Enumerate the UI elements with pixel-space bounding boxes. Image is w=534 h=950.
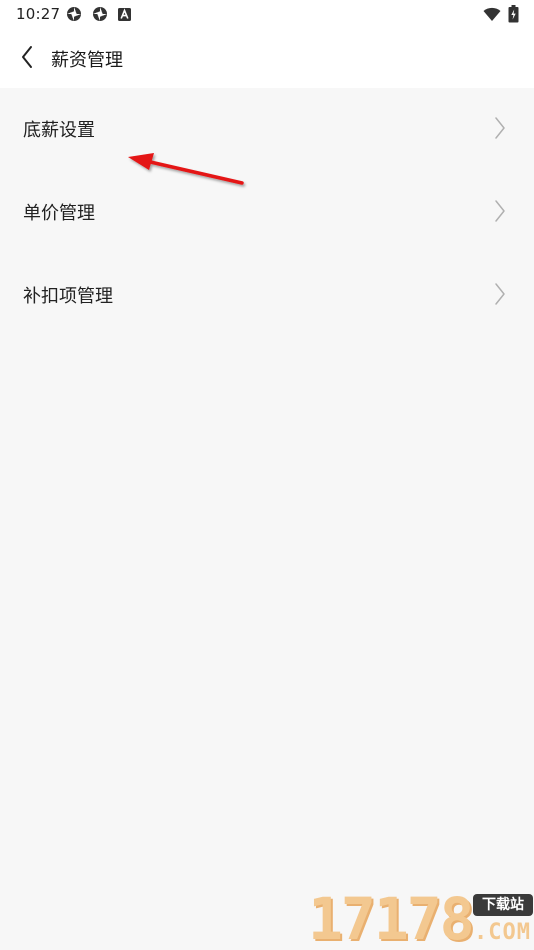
back-button[interactable] bbox=[12, 42, 42, 72]
menu-item-label: 单价管理 bbox=[23, 203, 95, 224]
watermark-logo: 17178 下载站 .COM bbox=[308, 888, 534, 950]
menu-item-base-salary[interactable]: 底薪设置 bbox=[0, 88, 534, 171]
status-time: 10:27 bbox=[16, 5, 61, 23]
watermark-badge: 下载站 bbox=[473, 894, 533, 916]
watermark-digits: 17178 bbox=[308, 885, 475, 950]
chevron-right-icon bbox=[495, 200, 505, 222]
sync-icon bbox=[93, 7, 107, 21]
sync-icon bbox=[67, 7, 81, 21]
watermark-suffix: .COM bbox=[474, 920, 531, 945]
a-notification-icon bbox=[118, 8, 131, 21]
salary-menu-list: 底薪设置 单价管理 补扣项管理 bbox=[0, 88, 534, 337]
page-title: 薪资管理 bbox=[51, 50, 123, 71]
app-header: 薪资管理 bbox=[0, 30, 534, 88]
chevron-left-icon bbox=[22, 46, 32, 68]
menu-item-label: 补扣项管理 bbox=[23, 286, 113, 307]
chevron-right-icon bbox=[495, 283, 505, 305]
battery-charging-icon bbox=[508, 5, 519, 23]
status-bar: 10:27 bbox=[0, 0, 534, 30]
app-screen: 10:27 薪资管理 底薪设置 单价管理 补扣项管理 17178 下载站 .CO… bbox=[0, 0, 534, 950]
menu-item-unit-price[interactable]: 单价管理 bbox=[0, 171, 534, 254]
wifi-icon bbox=[483, 7, 501, 21]
menu-item-deductions[interactable]: 补扣项管理 bbox=[0, 254, 534, 337]
chevron-right-icon bbox=[495, 117, 505, 139]
menu-item-label: 底薪设置 bbox=[23, 120, 95, 141]
